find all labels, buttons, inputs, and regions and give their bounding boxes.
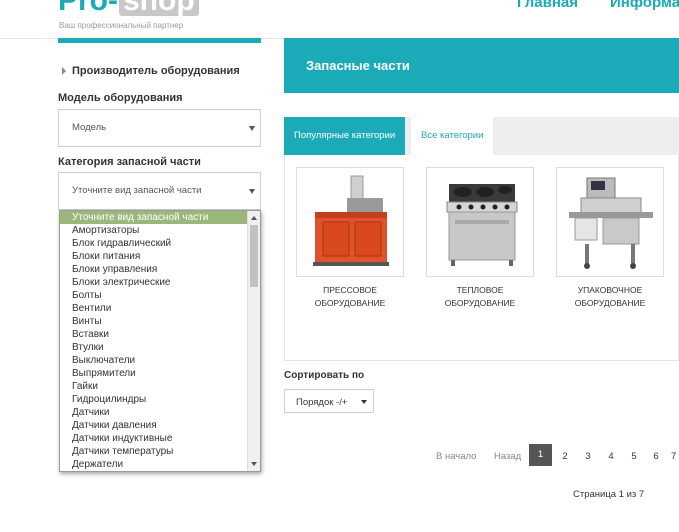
model-select[interactable]: Модель xyxy=(58,109,261,147)
category-card-packaging[interactable]: УПАКОВОЧНОЕ ОБОРУДОВАНИЕ xyxy=(556,167,664,310)
card-title-line1: ТЕПЛОВОЕ xyxy=(456,285,504,295)
dropdown-option[interactable]: Датчики xyxy=(60,406,260,419)
sidebar-accent-bar xyxy=(58,38,261,43)
thermal-equipment-image xyxy=(426,167,534,277)
pagination-page[interactable]: 7 xyxy=(671,451,679,462)
logo-tagline: Ваш профессиональный партнер xyxy=(59,21,184,30)
category-label: Категория запасной части xyxy=(58,156,201,168)
pagination-page[interactable]: 2 xyxy=(559,451,571,462)
chevron-down-icon xyxy=(249,126,255,131)
manufacturer-label: Производитель оборудования xyxy=(72,65,240,77)
category-select[interactable]: Уточните вид запасной части xyxy=(58,172,261,210)
manufacturer-toggle[interactable]: Производитель оборудования xyxy=(62,65,240,77)
category-card-thermal[interactable]: ТЕПЛОВОЕ ОБОРУДОВАНИЕ xyxy=(426,167,534,310)
site-header: Pro- shop Ваш профессиональный партнер Г… xyxy=(0,0,679,39)
page-info: Страница 1 из 7 xyxy=(573,489,645,500)
dropdown-option[interactable]: Выпрямители xyxy=(60,367,260,380)
dropdown-option[interactable]: Втулки xyxy=(60,341,260,354)
dropdown-option[interactable]: Блоки электрические xyxy=(60,276,260,289)
main-nav: Главная Информа xyxy=(517,0,679,11)
caret-down-icon xyxy=(361,400,367,404)
dropdown-scrollbar[interactable] xyxy=(247,211,260,471)
category-dropdown-list[interactable]: Уточните вид запасной части Амортизаторы… xyxy=(59,210,261,472)
dropdown-option[interactable]: Датчики температуры xyxy=(60,445,260,458)
pagination-page-active[interactable]: 1 xyxy=(529,444,552,466)
dropdown-option[interactable]: Датчики давления xyxy=(60,419,260,432)
page-title: Запасные части xyxy=(306,58,410,73)
sort-label: Сортировать по xyxy=(284,370,365,381)
pagination-first[interactable]: В начало xyxy=(436,451,476,462)
dropdown-option[interactable]: Держатели xyxy=(60,458,260,471)
card-title-line1: ПРЕССОВОЕ xyxy=(323,285,377,295)
tab-all-categories[interactable]: Все категории xyxy=(411,117,494,155)
model-select-value: Модель xyxy=(72,122,107,133)
section-banner: Запасные части xyxy=(284,38,679,93)
scroll-up-icon[interactable] xyxy=(251,216,257,220)
logo-pro-text: Pro- xyxy=(58,0,118,17)
scroll-down-icon[interactable] xyxy=(251,462,257,466)
dropdown-option[interactable]: Датчики индуктивные xyxy=(60,432,260,445)
pagination-page[interactable]: 6 xyxy=(650,451,662,462)
model-label: Модель оборудования xyxy=(58,92,183,104)
dropdown-option[interactable]: Амортизаторы xyxy=(60,224,260,237)
pagination-prev[interactable]: Назад xyxy=(494,451,521,462)
chevron-down-icon xyxy=(249,189,255,194)
press-equipment-image xyxy=(296,167,404,277)
pagination-page[interactable]: 5 xyxy=(628,451,640,462)
dropdown-option[interactable]: Болты xyxy=(60,289,260,302)
nav-info[interactable]: Информа xyxy=(610,0,679,11)
nav-home[interactable]: Главная xyxy=(517,0,578,11)
packaging-equipment-image xyxy=(556,167,664,277)
dropdown-option[interactable]: Гидроцилиндры xyxy=(60,393,260,406)
dropdown-option[interactable]: Выключатели xyxy=(60,354,260,367)
dropdown-option-selected[interactable]: Уточните вид запасной части xyxy=(60,211,260,224)
sort-value: Порядок -/+ xyxy=(296,397,348,408)
logo[interactable]: Pro- shop Ваш профессиональный партнер xyxy=(58,0,199,30)
dropdown-option[interactable]: Винты xyxy=(60,315,260,328)
dropdown-option[interactable]: Вставки xyxy=(60,328,260,341)
dropdown-option[interactable]: Гайки xyxy=(60,380,260,393)
pagination-page[interactable]: 3 xyxy=(582,451,594,462)
card-title-line2: ОБОРУДОВАНИЕ xyxy=(574,298,646,308)
dropdown-option[interactable]: Вентили xyxy=(60,302,260,315)
tab-popular-categories[interactable]: Популярные категории xyxy=(284,117,406,155)
category-card-press[interactable]: ПРЕССОВОЕ ОБОРУДОВАНИЕ xyxy=(296,167,404,310)
chevron-right-icon xyxy=(62,67,66,75)
card-title-line1: УПАКОВОЧНОЕ xyxy=(577,285,643,295)
scrollbar-thumb[interactable] xyxy=(250,225,258,287)
card-title-line2: ОБОРУДОВАНИЕ xyxy=(444,298,516,308)
logo-shop-text: shop xyxy=(119,0,199,16)
pagination-page[interactable]: 4 xyxy=(605,451,617,462)
dropdown-option[interactable]: Блоки управления xyxy=(60,263,260,276)
sort-dropdown[interactable]: Порядок -/+ xyxy=(284,389,374,413)
dropdown-option[interactable]: Блок гидравлический xyxy=(60,237,260,250)
dropdown-option[interactable]: Блоки питания xyxy=(60,250,260,263)
category-select-value: Уточните вид запасной части xyxy=(72,185,202,196)
card-title-line2: ОБОРУДОВАНИЕ xyxy=(314,298,386,308)
